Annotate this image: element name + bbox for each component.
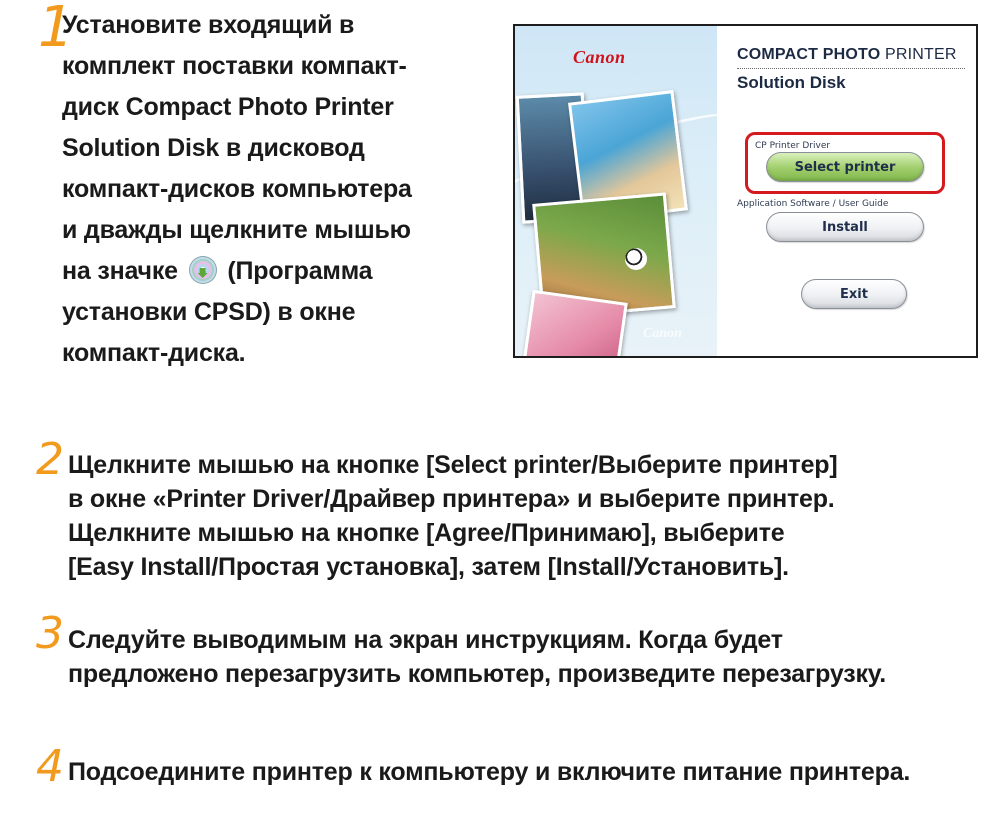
step-1-line: комплект поставки компакт- (62, 52, 407, 80)
solution-disk-screenshot: Canon Canon COMPACT PHOTO PRINTER Soluti… (513, 24, 978, 358)
collage-panel: Canon Canon (515, 26, 778, 356)
step-2-line: в окне «Printer Driver/Драйвер принтера»… (68, 485, 835, 513)
step-1-line: диск Compact Photo Printer (62, 93, 394, 121)
title-divider (737, 68, 965, 69)
step-3-line: предложено перезагрузить компьютер, прои… (68, 660, 887, 688)
step-1-line: установки CPSD) в окне (62, 298, 356, 326)
application-software-label: Application Software / User Guide (737, 199, 889, 209)
step-3-instructions: Следуйте выводимым на экран инструкциям.… (68, 623, 978, 691)
step-2-line: Щелкните мышью на кнопке [Select printer… (68, 451, 838, 479)
select-printer-highlight (745, 132, 945, 194)
step-2-line: Щелкните мышью на кнопке [Agree/Принимаю… (68, 519, 785, 547)
step-1-icon-suffix: (Программа (227, 257, 373, 285)
canon-logo: Canon (573, 47, 626, 67)
step-1-line: на значке (Программа (62, 251, 482, 292)
step-1-line: Solution Disk в дисковод (62, 134, 365, 162)
soccer-ball-image (625, 248, 647, 270)
step-2-line: [Easy Install/Простая установка], затем … (68, 553, 789, 581)
step-1-line: и дважды щелкните мышью (62, 216, 411, 244)
cd-installer-icon (188, 256, 217, 284)
product-title: COMPACT PHOTO PRINTER (737, 46, 957, 64)
product-title-regular: PRINTER (885, 46, 957, 63)
step-number-4: 4 (36, 741, 64, 792)
step-1-line: компакт-дисков компьютера (62, 175, 412, 203)
step-1-icon-prefix: на значке (62, 257, 178, 285)
exit-button[interactable]: Exit (801, 279, 907, 309)
product-title-bold: COMPACT PHOTO (737, 46, 881, 63)
step-4-instructions: Подсоедините принтер к компьютеру и вклю… (68, 755, 988, 789)
step-number-2: 2 (36, 434, 64, 485)
solution-disk-subtitle: Solution Disk (737, 73, 846, 92)
step-number-3: 3 (36, 608, 64, 659)
step-2-instructions: Щелкните мышью на кнопке [Select printer… (68, 448, 968, 584)
step-1-line: Установите входящий в (62, 11, 355, 39)
canon-watermark: Canon (643, 326, 682, 341)
install-button[interactable]: Install (766, 212, 924, 242)
step-4-line: Подсоедините принтер к компьютеру и вклю… (68, 758, 911, 786)
step-3-line: Следуйте выводимым на экран инструкциям.… (68, 626, 783, 654)
step-1-instructions: Установите входящий в комплект поставки … (62, 5, 482, 374)
photo-thumbnail (522, 289, 628, 356)
step-1-line: компакт-диска. (62, 339, 246, 367)
